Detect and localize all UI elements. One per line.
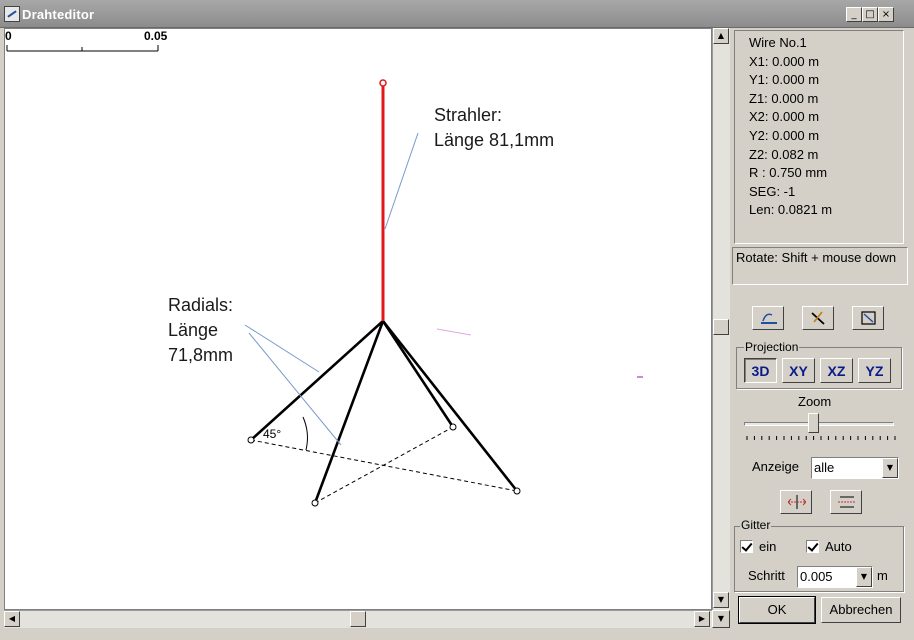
ok-button[interactable]: OK bbox=[738, 596, 816, 624]
scroll-left-button[interactable]: ◀ bbox=[4, 611, 20, 627]
scroll-right-button[interactable]: ▶ bbox=[694, 611, 710, 627]
scroll-down-button[interactable]: ▼ bbox=[713, 592, 729, 608]
schritt-value: 0.005 bbox=[800, 569, 833, 584]
wire-segments: SEG: -1 bbox=[749, 183, 796, 199]
chevron-down-icon[interactable]: ▼ bbox=[882, 458, 898, 478]
maximize-button[interactable]: □ bbox=[862, 7, 878, 22]
fit-vertical-icon bbox=[838, 496, 856, 508]
leader-lines bbox=[244, 132, 419, 446]
wire-x2: X2: 0.000 m bbox=[749, 109, 820, 125]
fit-vertical-button[interactable] bbox=[830, 490, 862, 514]
gitter-ein-checkbox[interactable]: ein bbox=[740, 539, 776, 554]
strahler-title: Strahler: bbox=[434, 105, 503, 125]
strahler-length: Länge 81,1mm bbox=[434, 130, 555, 150]
schritt-label: Schritt bbox=[748, 568, 785, 583]
angle-label: 45° bbox=[263, 427, 282, 441]
ruler-end-label: 0.05 bbox=[144, 29, 168, 43]
radials-length-label: Länge bbox=[168, 320, 219, 340]
artifact-mark bbox=[436, 328, 472, 336]
rotate-hint: Rotate: Shift + mouse down bbox=[732, 247, 908, 285]
strahler-annotation: Strahler: Länge 81,1mm bbox=[434, 103, 554, 153]
window-title: Drahteditor bbox=[22, 7, 95, 22]
wire-length: Len: 0.0821 m bbox=[749, 202, 833, 218]
gitter-auto-checkbox[interactable]: Auto bbox=[806, 539, 852, 554]
wire-draw-icon bbox=[761, 313, 777, 324]
panel-scroll-down-button[interactable]: ▼ bbox=[712, 610, 730, 628]
wire-select-icon bbox=[861, 311, 876, 325]
anzeige-value: alle bbox=[814, 460, 835, 475]
zoom-slider-track[interactable] bbox=[744, 422, 894, 426]
gitter-ein-label: ein bbox=[759, 539, 777, 554]
horizontal-scroll-thumb[interactable] bbox=[350, 611, 366, 627]
anzeige-label: Anzeige bbox=[752, 459, 799, 474]
wire-radius: R : 0.750 mm bbox=[749, 165, 828, 181]
gitter-auto-check[interactable] bbox=[806, 540, 819, 553]
wire-number: Wire No.1 bbox=[749, 35, 807, 50]
radials-length-value: 71,8mm bbox=[168, 345, 234, 365]
title-bar: Drahteditor _ □ × bbox=[0, 0, 914, 28]
wire-draw-button[interactable] bbox=[752, 306, 784, 330]
radials-annotation: Radials: Länge 71,8mm bbox=[168, 293, 233, 368]
gitter-label: Gitter bbox=[740, 518, 772, 532]
cancel-button[interactable]: Abbrechen bbox=[821, 597, 901, 623]
anzeige-select[interactable]: alle ▼ bbox=[811, 457, 899, 479]
properties-panel: Wire No.1 X1: 0.000 m Y1: 0.000 m Z1: 0.… bbox=[730, 28, 914, 640]
wire-y2: Y2: 0.000 m bbox=[749, 127, 820, 143]
chevron-down-icon[interactable]: ▼ bbox=[856, 567, 872, 587]
scroll-up-button[interactable]: ▲ bbox=[713, 28, 729, 44]
vertical-scroll-thumb[interactable] bbox=[713, 319, 729, 335]
projection-xy-button[interactable]: XY bbox=[782, 358, 815, 383]
wire-canvas[interactable]: 0 0.05 Strahler: Länge 81,1mm Radials: L… bbox=[4, 28, 712, 610]
wire-z2: Z2: 0.082 m bbox=[749, 146, 819, 162]
schritt-select[interactable]: 0.005 ▼ bbox=[797, 566, 873, 588]
projection-label: Projection bbox=[744, 340, 800, 354]
close-button[interactable]: × bbox=[878, 7, 894, 22]
radials-title: Radials: bbox=[168, 295, 234, 315]
wire-info-box: Wire No.1 X1: 0.000 m Y1: 0.000 m Z1: 0.… bbox=[734, 30, 904, 244]
gitter-auto-label: Auto bbox=[825, 539, 852, 554]
zoom-slider-thumb[interactable] bbox=[808, 413, 819, 433]
wire-select-button[interactable] bbox=[852, 306, 884, 330]
schritt-unit: m bbox=[877, 568, 888, 583]
projection-3d-button[interactable]: 3D bbox=[744, 358, 777, 383]
zoom-label: Zoom bbox=[798, 394, 832, 409]
wire-y1: Y1: 0.000 m bbox=[749, 72, 820, 88]
vertical-scrollbar[interactable]: ▲ ▼ bbox=[712, 28, 730, 610]
ruler-start-label: 0 bbox=[5, 29, 12, 43]
projection-xz-button[interactable]: XZ bbox=[820, 358, 853, 383]
wire-edit-button[interactable] bbox=[802, 306, 834, 330]
wire-x1: X1: 0.000 m bbox=[749, 53, 820, 69]
app-icon bbox=[4, 6, 20, 22]
gitter-ein-check[interactable] bbox=[740, 540, 753, 553]
radiator-tip bbox=[379, 79, 387, 87]
scale-ruler bbox=[6, 45, 159, 52]
wire-edit-icon bbox=[811, 311, 825, 325]
radial-wires bbox=[249, 319, 519, 505]
fit-horizontal-icon bbox=[788, 495, 806, 509]
wire-z1: Z1: 0.000 m bbox=[749, 90, 819, 106]
minimize-button[interactable]: _ bbox=[846, 7, 862, 22]
horizontal-scrollbar[interactable]: ◀ ▶ bbox=[4, 610, 712, 628]
zoom-slider-ticks bbox=[746, 436, 896, 440]
fit-horizontal-button[interactable] bbox=[780, 490, 812, 514]
angle-arc bbox=[302, 416, 308, 451]
wire-drawing bbox=[6, 45, 643, 507]
projection-yz-button[interactable]: YZ bbox=[858, 358, 891, 383]
